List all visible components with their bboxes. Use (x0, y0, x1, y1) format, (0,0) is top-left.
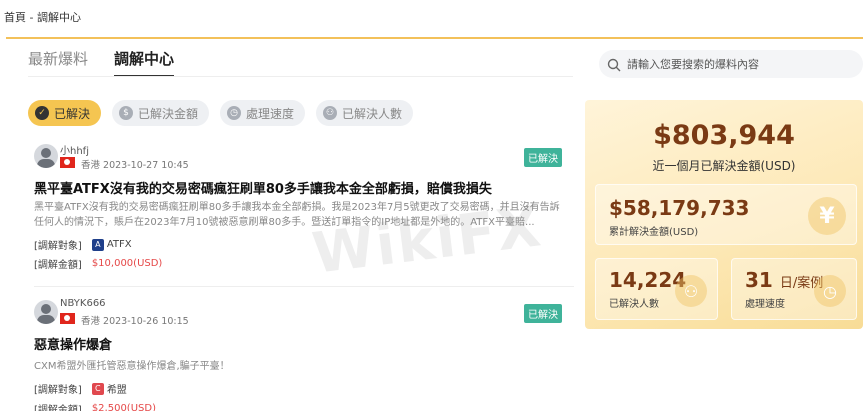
case-username: NBYK666 (60, 298, 106, 309)
case-divider (34, 286, 574, 287)
case-amount: [調解金額] $2,500(USD) (34, 401, 156, 411)
filter-resolved-amount[interactable]: $ 已解決金額 (112, 100, 210, 126)
case-amount: [調解金額] $10,000(USD) (34, 256, 162, 271)
month-resolved-label: 近一個月已解決金額(USD) (652, 159, 796, 173)
check-icon: ✓ (35, 106, 49, 120)
broker-name[interactable]: 希盟 (107, 381, 127, 396)
status-badge: 已解決 (524, 148, 562, 167)
avatar (34, 144, 58, 168)
case-region: 香港 (81, 160, 101, 171)
processing-speed-label: 處理速度 (745, 299, 785, 310)
cxm-logo-icon: C (91, 382, 104, 395)
clock-icon: ◷ (814, 275, 846, 307)
amount-value: $10,000(USD) (91, 258, 163, 269)
hong-kong-flag-icon (60, 313, 75, 324)
filter-label: 處理速度 (246, 106, 295, 121)
filter-bar: ✓ 已解決 $ 已解決金額 ◷ 處理速度 ⚇ 已解決人數 (28, 100, 414, 126)
filter-label: 已解決 (54, 106, 91, 121)
atfx-logo-icon: A (91, 238, 104, 251)
header-divider (6, 37, 863, 39)
case-summary: CXM希盟外匯托管惡意操作爆倉,騙子平臺！ (34, 361, 230, 372)
total-resolved-card: $58,179,733 累計解決金額(USD) ¥ (595, 184, 857, 245)
case-meta: 香港 2023-10-27 10:45 (81, 157, 189, 171)
people-icon: ⚇ (675, 275, 707, 307)
total-resolved-amount: $58,179,733 (609, 196, 750, 220)
tab-bar: 最新爆料 調解中心 (28, 48, 175, 77)
target-label: [調解對象] (34, 385, 82, 396)
case-title[interactable]: 黑平臺ATFX沒有我的交易密碼瘋狂刷單80多手讓我本金全部虧損，賠償我損失 (34, 178, 492, 197)
case-meta: 香港 2023-10-26 10:15 (81, 313, 189, 327)
stats-panel: $803,944 近一個月已解決金額(USD) $58,179,733 累計解決… (585, 100, 863, 329)
case-region: 香港 (81, 316, 101, 327)
users-icon: ⚇ (323, 106, 338, 120)
resolved-people-label: 已解決人數 (609, 299, 659, 310)
resolved-people-card: 14,224 已解決人數 ⚇ (595, 258, 718, 320)
breadcrumb: 首頁 - 調解中心 (4, 11, 81, 24)
case-target: [調解對象] C 希盟 (34, 381, 127, 396)
target-label: [調解對象] (34, 241, 82, 252)
amount-label: [調解金額] (34, 405, 82, 411)
amount-label: [調解金額] (34, 260, 82, 271)
search-box[interactable] (599, 50, 863, 78)
dollar-icon: $ (119, 106, 134, 120)
case-time: 2023-10-27 10:45 (103, 160, 189, 171)
avatar (34, 300, 58, 324)
tab-mediation-center[interactable]: 調解中心 (114, 48, 175, 77)
filter-resolved-people[interactable]: ⚇ 已解決人數 (316, 100, 414, 126)
processing-speed-card: 31 日/案例 處理速度 ◷ (731, 258, 857, 320)
processing-speed-value-wrap: 31 日/案例 (745, 268, 823, 292)
amount-value: $2,500(USD) (91, 403, 156, 411)
tab-latest-exposure[interactable]: 最新爆料 (28, 48, 88, 77)
total-resolved-label: 累計解決金額(USD) (609, 227, 699, 238)
case-username: 小hhfj (60, 146, 89, 157)
broker-name[interactable]: ATFX (107, 239, 132, 250)
case-time: 2023-10-26 10:15 (103, 316, 189, 327)
case-target: [調解對象] A ATFX (34, 237, 132, 252)
search-icon (607, 57, 621, 72)
search-input[interactable] (627, 57, 847, 71)
month-resolved-amount: $803,944 (653, 120, 795, 151)
tab-divider (28, 76, 573, 77)
status-badge: 已解決 (524, 304, 562, 323)
clock-icon: ◷ (227, 106, 242, 120)
yen-coin-icon: ¥ (808, 197, 846, 235)
filter-processing-speed[interactable]: ◷ 處理速度 (220, 100, 306, 126)
case-title[interactable]: 惡意操作爆倉 (34, 334, 112, 353)
hong-kong-flag-icon (60, 157, 75, 168)
filter-label: 已解決人數 (342, 106, 403, 121)
filter-label: 已解決金額 (138, 106, 199, 121)
filter-resolved[interactable]: ✓ 已解決 (28, 100, 102, 126)
processing-speed-value: 31 (745, 268, 773, 292)
